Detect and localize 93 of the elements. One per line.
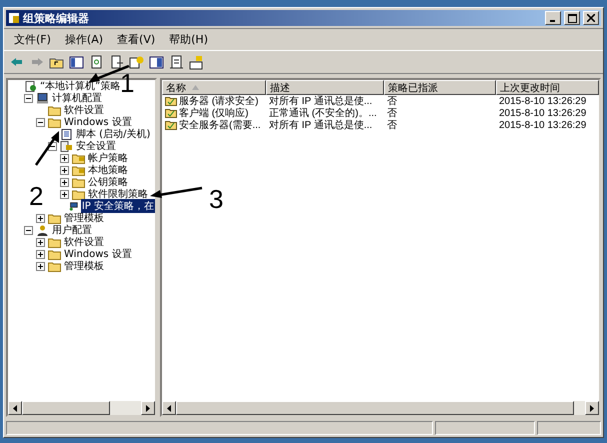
toolbar-button[interactable] bbox=[68, 54, 85, 70]
tree-item[interactable]: 帐户策略 bbox=[87, 151, 129, 165]
table-cell-text: 2015-8-10 13:26:29 bbox=[498, 107, 588, 119]
table-cell: 服务器 (请求安全) bbox=[162, 95, 266, 107]
tree-item[interactable]: 公钥策略 bbox=[87, 175, 129, 189]
toolbar-button[interactable] bbox=[148, 54, 165, 70]
expand-icon[interactable] bbox=[60, 166, 69, 174]
properties-icon bbox=[169, 54, 184, 70]
annotation-number: 2 bbox=[29, 183, 44, 209]
tree-item[interactable]: 用户配置 bbox=[51, 223, 93, 237]
table-cell-text: 否 bbox=[386, 119, 398, 131]
script-icon bbox=[60, 128, 73, 140]
folder-icon bbox=[48, 116, 61, 128]
expand-icon[interactable] bbox=[60, 178, 69, 186]
menu-item[interactable]: 文件(F) bbox=[8, 31, 57, 48]
view-icon bbox=[149, 54, 164, 70]
annotation-arrow bbox=[34, 131, 59, 166]
expand-icon[interactable] bbox=[36, 250, 45, 258]
table-cell-text: 对所有 IP 通讯总是使... bbox=[268, 119, 374, 131]
expand-icon[interactable] bbox=[36, 238, 45, 246]
tree-item[interactable]: 安全设置 bbox=[75, 139, 117, 153]
collapse-icon[interactable] bbox=[36, 118, 45, 126]
table-cell-text: 否 bbox=[386, 107, 398, 119]
close-button[interactable] bbox=[583, 11, 599, 25]
annotation-number: 3 bbox=[209, 186, 224, 212]
expand-icon[interactable] bbox=[36, 214, 45, 222]
expand-icon[interactable] bbox=[60, 154, 69, 162]
tree-item[interactable]: Windows 设置 bbox=[63, 115, 133, 129]
annotation-arrow bbox=[150, 186, 202, 198]
close-icon bbox=[587, 14, 595, 22]
policy-folder-icon bbox=[165, 120, 177, 130]
toolbar-button[interactable] bbox=[188, 54, 205, 70]
locked-folder-icon bbox=[72, 152, 85, 164]
collapse-icon[interactable] bbox=[24, 226, 33, 234]
app-icon bbox=[8, 12, 20, 24]
folder-icon bbox=[48, 248, 61, 260]
folder-icon bbox=[48, 104, 61, 116]
folder-icon bbox=[48, 212, 61, 224]
pane-icon bbox=[69, 54, 84, 70]
tree-item[interactable]: 软件限制策略 bbox=[87, 187, 149, 201]
toolbar-button[interactable] bbox=[168, 54, 185, 70]
maximize-button[interactable] bbox=[564, 11, 580, 25]
policy-icon bbox=[24, 80, 37, 92]
tree-item[interactable]: IP 安全策略，在 bbox=[80, 199, 155, 213]
tree-item[interactable]: 管理模板 bbox=[63, 259, 105, 273]
scroll-right-icon[interactable] bbox=[585, 401, 599, 415]
expand-icon[interactable] bbox=[36, 262, 45, 270]
tree-item[interactable]: 计算机配置 bbox=[51, 91, 103, 105]
column-header[interactable]: 描述 bbox=[266, 80, 384, 95]
tree-item[interactable]: 软件设置 bbox=[63, 235, 105, 249]
network-icon bbox=[69, 200, 79, 212]
locked-folder-icon bbox=[72, 164, 85, 176]
table-cell-text: 正常通讯 (不安全的)。... bbox=[268, 107, 378, 119]
folder-icon bbox=[48, 236, 61, 248]
table-cell: 客户端 (仅响应) bbox=[162, 107, 266, 119]
sort-icon bbox=[192, 85, 199, 90]
menu-item[interactable]: 帮助(H) bbox=[163, 31, 214, 48]
policy-folder-icon bbox=[165, 96, 177, 106]
folder-icon bbox=[72, 176, 85, 188]
table-cell: 安全服务器(需要... bbox=[162, 119, 266, 131]
table-cell-text: 2015-8-10 13:26:29 bbox=[498, 119, 588, 131]
column-header[interactable]: 名称 bbox=[162, 80, 266, 95]
window-title: 组策略编辑器 bbox=[23, 10, 90, 26]
horizontal-scrollbar[interactable] bbox=[8, 401, 155, 415]
column-header[interactable]: 策略已指派 bbox=[384, 80, 496, 95]
folder-icon bbox=[48, 260, 61, 272]
expand-icon[interactable] bbox=[60, 190, 69, 198]
tree-item[interactable]: Windows 设置 bbox=[63, 247, 133, 261]
user-icon bbox=[36, 224, 49, 236]
folder-icon bbox=[72, 188, 85, 200]
security-icon bbox=[60, 140, 73, 152]
table-cell-text: 对所有 IP 通讯总是使... bbox=[268, 95, 374, 107]
copy-icon bbox=[89, 54, 104, 70]
table-cell-text: 2015-8-10 13:26:29 bbox=[498, 95, 588, 107]
computer-icon bbox=[36, 92, 49, 104]
tree-item[interactable]: 本地策略 bbox=[87, 163, 129, 177]
menu-item[interactable]: 操作(A) bbox=[58, 31, 110, 48]
table-cell-text: 否 bbox=[386, 95, 398, 107]
policy-folder-icon bbox=[165, 108, 177, 118]
column-header[interactable]: 上次更改时间 bbox=[496, 80, 599, 95]
tree-item[interactable]: 管理模板 bbox=[63, 211, 105, 225]
tree-item[interactable]: 软件设置 bbox=[63, 103, 105, 117]
scroll-left-icon[interactable] bbox=[162, 401, 176, 415]
tree-item[interactable]: 脚本 (启动/关机) bbox=[75, 127, 152, 141]
scroll-thumb[interactable] bbox=[22, 401, 110, 415]
scroll-right-icon[interactable] bbox=[141, 401, 155, 415]
annotation-number: 1 bbox=[120, 70, 134, 96]
collapse-icon[interactable] bbox=[24, 94, 33, 102]
menu-item[interactable]: 查看(V) bbox=[111, 31, 162, 48]
filter-icon bbox=[189, 54, 204, 70]
minimize-button[interactable] bbox=[545, 11, 561, 25]
scroll-left-icon[interactable] bbox=[8, 401, 22, 415]
maximize-icon bbox=[568, 14, 576, 22]
